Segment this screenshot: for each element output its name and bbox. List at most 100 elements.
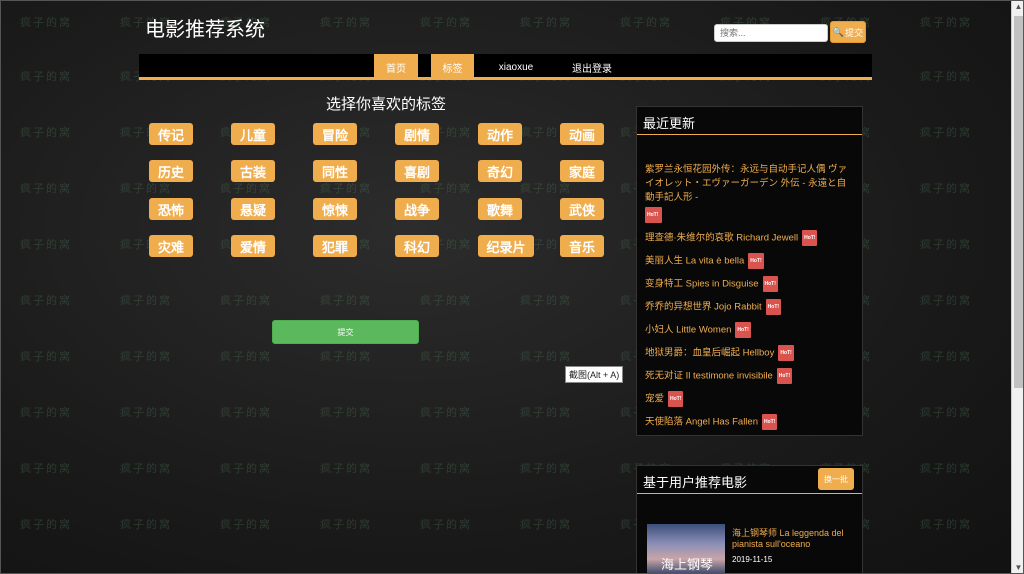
tag-button[interactable]: 儿童 xyxy=(231,123,275,145)
tag-button[interactable]: 剧情 xyxy=(395,123,439,145)
watermark-text: 疯子的窝 xyxy=(320,182,372,195)
recent-item[interactable]: 乔乔的异想世界 Jojo Rabbit HoT! xyxy=(645,299,855,315)
search-input[interactable] xyxy=(714,24,828,42)
tag-button[interactable]: 动作 xyxy=(478,123,522,145)
recent-item[interactable]: 变身特工 Spies in Disguise HoT! xyxy=(645,276,855,292)
watermark-text: 疯子的窝 xyxy=(120,406,172,419)
tag-button[interactable]: 历史 xyxy=(149,160,193,182)
tag-button[interactable]: 音乐 xyxy=(560,235,604,257)
tags-title: 选择你喜欢的标签 xyxy=(326,95,447,113)
tag-button[interactable]: 喜剧 xyxy=(395,160,439,182)
watermark-text: 疯子的窝 xyxy=(420,518,472,531)
navbar: 首页 标签 xiaoxue 退出登录 xyxy=(139,54,872,80)
recent-item[interactable]: 宠爱 HoT! xyxy=(645,391,855,407)
nav-item-tags[interactable]: 标签 xyxy=(431,54,474,80)
watermark-text: 疯子的窝 xyxy=(220,518,272,531)
recent-item-title[interactable]: 宠爱 xyxy=(645,394,664,405)
tag-button[interactable]: 恐怖 xyxy=(149,198,193,220)
scrollbar-thumb[interactable] xyxy=(1014,16,1023,388)
search-button[interactable]: 🔍 提交 xyxy=(830,21,866,43)
watermark-text: 疯子的窝 xyxy=(420,182,472,195)
scroll-up-icon[interactable]: ▲ xyxy=(1012,0,1024,13)
tag-button[interactable]: 同性 xyxy=(313,160,357,182)
tag-button[interactable]: 动画 xyxy=(560,123,604,145)
hot-badge: HoT! xyxy=(761,414,778,430)
tag-button[interactable]: 纪录片 xyxy=(478,235,534,257)
tag-button[interactable]: 奇幻 xyxy=(478,160,522,182)
vertical-scrollbar[interactable]: ▲ ▼ xyxy=(1011,0,1024,574)
recent-item[interactable]: 死无对证 Il testimone invisibile HoT! xyxy=(645,368,855,384)
scroll-down-icon[interactable]: ▼ xyxy=(1012,561,1024,574)
submit-button[interactable]: 提交 xyxy=(272,320,419,344)
user-recommend-title: 基于用户推荐电影 xyxy=(643,476,748,491)
watermark-text: 疯子的窝 xyxy=(920,16,972,29)
tag-button[interactable]: 爱情 xyxy=(231,235,275,257)
nav-item-home[interactable]: 首页 xyxy=(374,54,418,80)
recent-item[interactable]: 地狱男爵：血皇后崛起 Hellboy HoT! xyxy=(645,345,855,361)
recent-item[interactable]: 美丽人生 La vita è bella HoT! xyxy=(645,253,855,269)
tag-button[interactable]: 灾难 xyxy=(149,235,193,257)
hot-badge: HoT! xyxy=(776,368,793,384)
recommended-movie-title[interactable]: 海上钢琴师 La leggenda del pianista sull'ocea… xyxy=(732,528,860,550)
watermark-text: 疯子的窝 xyxy=(920,294,972,307)
watermark-text: 疯子的窝 xyxy=(920,350,972,363)
watermark-text: 疯子的窝 xyxy=(20,238,72,251)
tag-button[interactable]: 犯罪 xyxy=(313,235,357,257)
search-button-label: 提交 xyxy=(845,27,864,38)
tag-button[interactable]: 武侠 xyxy=(560,198,604,220)
watermark-text: 疯子的窝 xyxy=(320,350,372,363)
watermark-text: 疯子的窝 xyxy=(920,182,972,195)
recent-item-title[interactable]: 美丽人生 La vita è bella xyxy=(645,256,744,267)
nav-item-user[interactable]: xiaoxue xyxy=(491,54,541,80)
recent-item-title[interactable]: 地狱男爵：血皇后崛起 Hellboy xyxy=(645,348,774,359)
recent-item[interactable]: 理查德·朱维尔的哀歌 Richard Jewell HoT! xyxy=(645,230,855,246)
watermark-text: 疯子的窝 xyxy=(120,182,172,195)
recent-item-title[interactable]: 理查德·朱维尔的哀歌 Richard Jewell xyxy=(645,233,798,244)
watermark-text: 疯子的窝 xyxy=(320,518,372,531)
recent-item[interactable]: 紫罗兰永恒花园外传：永远与自动手记人偶 ヴァイオレット・エヴァーガーデン 外伝 … xyxy=(645,163,855,223)
movie-poster[interactable]: 海上钢琴师 xyxy=(647,524,725,574)
recent-item-title[interactable]: 小妇人 Little Women xyxy=(645,325,731,336)
watermark-text: 疯子的窝 xyxy=(220,294,272,307)
watermark-text: 疯子的窝 xyxy=(320,462,372,475)
tag-button[interactable]: 家庭 xyxy=(560,160,604,182)
recent-item[interactable]: 天使陷落 Angel Has Fallen HoT! xyxy=(645,414,855,430)
watermark-text: 疯子的窝 xyxy=(20,518,72,531)
watermark-text: 疯子的窝 xyxy=(620,16,672,29)
watermark-text: 疯子的窝 xyxy=(120,462,172,475)
tag-button[interactable]: 古装 xyxy=(231,160,275,182)
tag-button[interactable]: 冒险 xyxy=(313,123,357,145)
watermark-text: 疯子的窝 xyxy=(520,16,572,29)
watermark-text: 疯子的窝 xyxy=(20,16,72,29)
watermark-text: 疯子的窝 xyxy=(220,462,272,475)
watermark-text: 疯子的窝 xyxy=(220,406,272,419)
tag-button[interactable]: 歌舞 xyxy=(478,198,522,220)
tag-button[interactable]: 惊悚 xyxy=(313,198,357,220)
watermark-text: 疯子的窝 xyxy=(20,70,72,83)
watermark-text: 疯子的窝 xyxy=(920,462,972,475)
hot-badge: HoT! xyxy=(735,322,751,338)
watermark-text: 疯子的窝 xyxy=(920,126,972,139)
site-title: 电影推荐系统 xyxy=(145,17,265,41)
tag-button[interactable]: 悬疑 xyxy=(231,198,275,220)
watermark-text: 疯子的窝 xyxy=(220,350,272,363)
watermark-text: 疯子的窝 xyxy=(220,182,272,195)
tag-button[interactable]: 科幻 xyxy=(395,235,439,257)
recent-item-title[interactable]: 变身特工 Spies in Disguise xyxy=(645,279,759,290)
recent-item-title[interactable]: 死无对证 Il testimone invisibile xyxy=(645,371,773,382)
change-batch-button[interactable]: 换一批 xyxy=(818,468,854,490)
recent-item[interactable]: 小妇人 Little Women HoT! xyxy=(645,322,855,338)
recent-item-title[interactable]: 天使陷落 Angel Has Fallen xyxy=(645,417,758,428)
watermark-text: 疯子的窝 xyxy=(20,294,72,307)
watermark-text: 疯子的窝 xyxy=(320,16,372,29)
tag-button[interactable]: 战争 xyxy=(395,198,439,220)
tag-button[interactable]: 传记 xyxy=(149,123,193,145)
recent-updates-title: 最近更新 xyxy=(643,117,696,132)
hot-badge: HoT! xyxy=(778,345,794,361)
nav-item-logout[interactable]: 退出登录 xyxy=(564,54,620,80)
watermark-text: 疯子的窝 xyxy=(120,350,172,363)
hot-badge: HoT! xyxy=(762,276,778,292)
recent-item-title[interactable]: 紫罗兰永恒花园外传：永远与自动手记人偶 ヴァイオレット・エヴァーガーデン 外伝 … xyxy=(645,164,847,203)
recent-item-title[interactable]: 乔乔的异想世界 Jojo Rabbit xyxy=(645,302,762,313)
hot-badge: HoT! xyxy=(645,207,662,223)
